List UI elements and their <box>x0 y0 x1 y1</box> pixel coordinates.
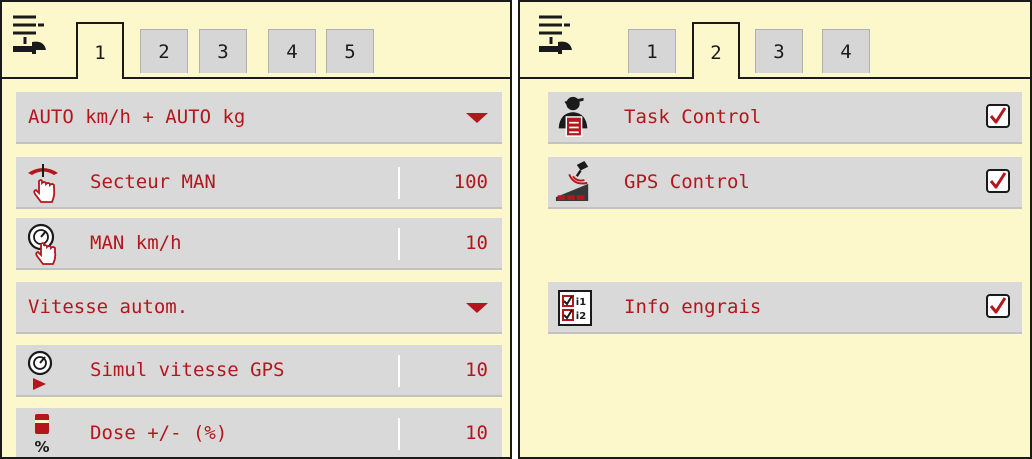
task-control-person-icon <box>558 96 588 137</box>
gps-satellite-icon <box>555 161 589 201</box>
chevron-down-icon <box>466 113 488 123</box>
simul-gps-speed-value[interactable]: 10 <box>465 345 488 395</box>
dose-adjust-value[interactable]: 10 <box>465 408 488 457</box>
info-engrais-label: Info engrais <box>624 296 762 318</box>
chevron-down-icon <box>466 303 488 313</box>
left-settings-panel: 1 2 3 4 5 AUTO km/h + AUTO kg Secteur MA… <box>0 0 512 459</box>
info-engrais-row[interactable]: i1 i2 Info engrais <box>548 282 1022 334</box>
task-control-checkbox[interactable] <box>986 104 1010 128</box>
tab-4[interactable]: 4 <box>268 29 316 73</box>
dose-adjust-label: Dose +/- (%) <box>90 422 228 444</box>
gps-control-row[interactable]: GPS Control <box>548 157 1022 209</box>
info-engrais-checkbox[interactable] <box>986 294 1010 318</box>
right-settings-panel: 1 2 3 4 Task Control GPS Control i1 i2 I… <box>518 0 1032 459</box>
fertilizer-percent-icon: % <box>34 414 50 456</box>
row-separator <box>398 167 400 199</box>
fertilizer-info-icon: i1 i2 <box>558 290 592 326</box>
simul-gps-speed-label: Simul vitesse GPS <box>90 359 285 381</box>
tab-1[interactable]: 1 <box>628 29 676 73</box>
speed-source-label: Vitesse autom. <box>28 296 189 318</box>
tab-3[interactable]: 3 <box>755 29 803 73</box>
speedometer-hand-icon <box>27 223 57 265</box>
tab-3[interactable]: 3 <box>199 29 247 73</box>
secteur-man-row[interactable]: Secteur MAN 100 <box>16 157 502 209</box>
task-control-row[interactable]: Task Control <box>548 92 1022 144</box>
mode-dropdown[interactable]: AUTO km/h + AUTO kg <box>16 92 502 144</box>
tab-5[interactable]: 5 <box>326 29 374 73</box>
speed-source-dropdown[interactable]: Vitesse autom. <box>16 282 502 334</box>
tab-2[interactable]: 2 <box>140 29 188 73</box>
checkmark-icon <box>989 107 1007 124</box>
dose-adjust-row[interactable]: % Dose +/- (%) 10 <box>16 408 502 457</box>
secteur-man-value[interactable]: 100 <box>454 157 488 207</box>
tab-4[interactable]: 4 <box>822 29 870 73</box>
row-separator <box>398 228 400 260</box>
row-separator <box>398 355 400 387</box>
man-speed-value[interactable]: 10 <box>465 218 488 268</box>
tab-baseline <box>520 77 1030 79</box>
man-speed-row[interactable]: MAN km/h 10 <box>16 218 502 270</box>
svg-text:%: % <box>34 438 49 456</box>
svg-text:i1: i1 <box>576 297 586 308</box>
svg-text:i2: i2 <box>576 311 586 322</box>
boundary-sector-hand-icon <box>28 164 58 203</box>
settings-wrench-icon[interactable] <box>10 12 50 60</box>
simul-gps-speed-row[interactable]: Simul vitesse GPS 10 <box>16 345 502 397</box>
left-tab-bar: 1 2 3 4 5 <box>2 2 510 79</box>
checkmark-icon <box>989 297 1007 314</box>
row-separator <box>398 418 400 450</box>
speedometer-play-icon <box>27 350 53 390</box>
tab-2[interactable]: 2 <box>692 22 740 79</box>
task-control-label: Task Control <box>624 106 762 128</box>
secteur-man-label: Secteur MAN <box>90 171 216 193</box>
right-tab-bar: 1 2 3 4 <box>520 2 1030 79</box>
tab-1[interactable]: 1 <box>76 22 124 79</box>
man-speed-label: MAN km/h <box>90 232 182 254</box>
checkmark-icon <box>989 172 1007 189</box>
mode-dropdown-label: AUTO km/h + AUTO kg <box>28 106 246 128</box>
settings-wrench-icon[interactable] <box>536 12 576 60</box>
gps-control-label: GPS Control <box>624 171 750 193</box>
gps-control-checkbox[interactable] <box>986 169 1010 193</box>
